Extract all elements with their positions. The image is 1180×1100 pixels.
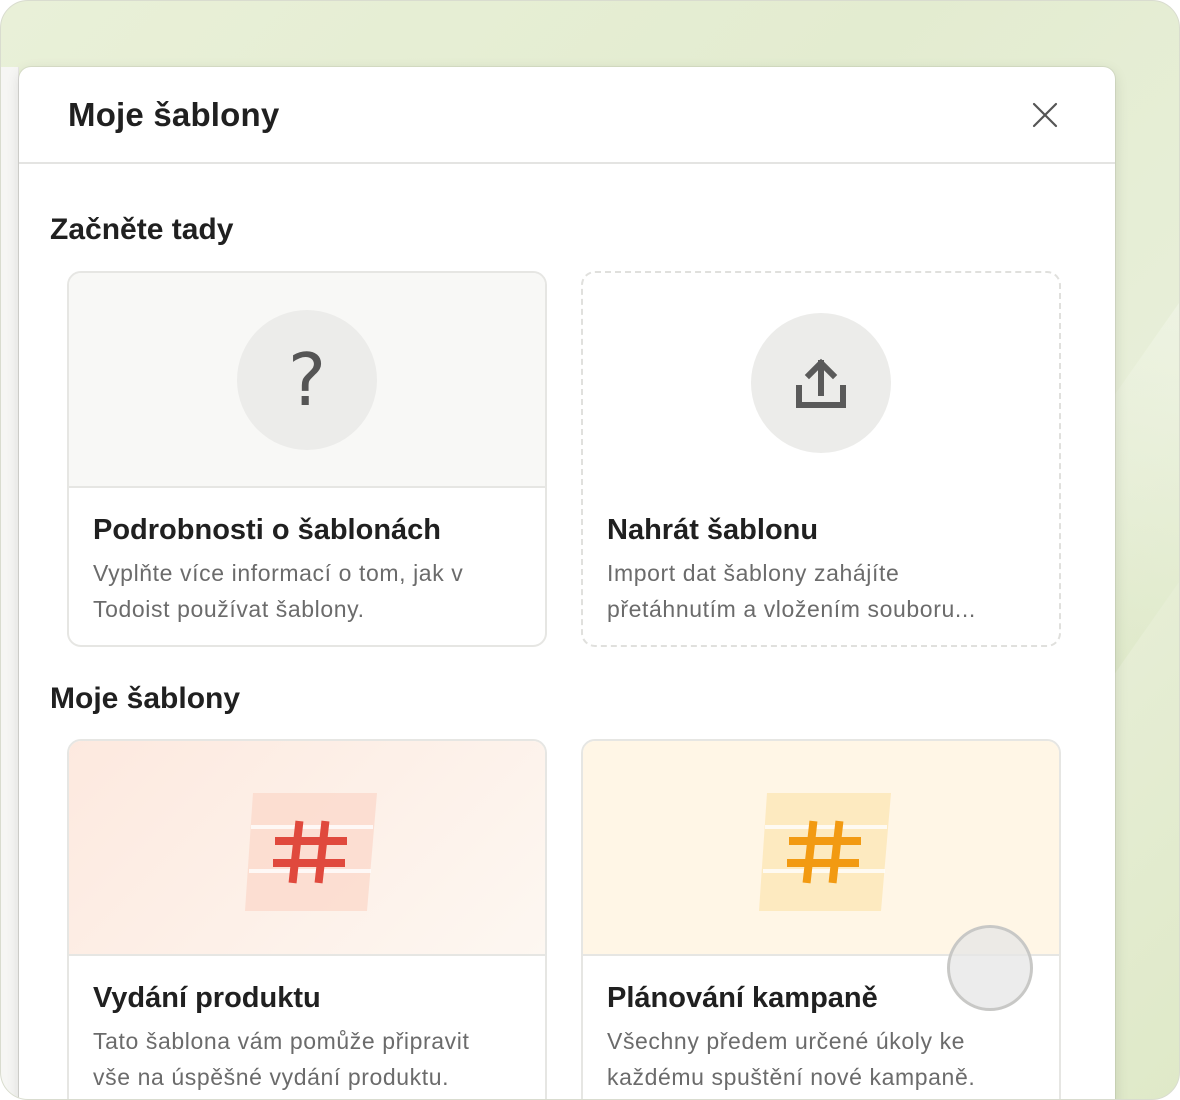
card-title: Vydání produktu: [93, 982, 321, 1014]
card-description-line: Tato šablona vám pomůže připravit: [93, 1028, 470, 1054]
card-description-line: vše na úspěšné vydání produktu.: [93, 1064, 450, 1090]
card-description: Import dat šablony zahájíte přetáhnutím …: [607, 555, 1035, 627]
hashtag-icon: [759, 793, 891, 911]
card-description-line: přetáhnutím a vložením souboru...: [607, 596, 976, 622]
card-illustration: [583, 273, 1059, 488]
card-description: Všechny předem určené úkoly ke každému s…: [607, 1023, 1035, 1095]
card-description-line: Vyplňte více informací o tom, jak v: [93, 560, 464, 586]
app-window: Moje šablony Začněte tady ? Podrobnosti …: [0, 0, 1180, 1100]
card-description-line: Import dat šablony zahájíte: [607, 560, 900, 586]
icon-circle: ?: [237, 309, 377, 450]
card-title: Nahrát šablonu: [607, 514, 819, 546]
hashtag-icon: [245, 793, 377, 911]
card-description: Vyplňte více informací o tom, jak v Todo…: [93, 555, 521, 627]
background-panel-edge: [1, 67, 19, 1099]
card-description: Tato šablona vám pomůže připravit vše na…: [93, 1023, 521, 1095]
template-card-campaign-planning[interactable]: Plánování kampaně Všechny předem určené …: [581, 739, 1061, 1099]
template-card-details[interactable]: ? Podrobnosti o šablonách Vyplňte více i…: [67, 271, 547, 647]
dialog-header: Moje šablony: [19, 67, 1115, 164]
card-description-line: Všechny předem určené úkoly ke: [607, 1028, 966, 1054]
section-title-my-templates: Moje šablony: [50, 682, 241, 715]
template-card-product-release[interactable]: Vydání produktu Tato šablona vám pomůže …: [67, 739, 547, 1099]
question-mark-icon: ?: [287, 337, 327, 422]
card-illustration: [69, 741, 545, 956]
card-illustration: ?: [69, 273, 545, 488]
template-card-upload[interactable]: Nahrát šablonu Import dat šablony zahájí…: [581, 271, 1061, 647]
card-description-line: Todoist používat šablony.: [93, 596, 365, 622]
close-icon: [1032, 102, 1058, 127]
icon-circle: [751, 312, 891, 453]
card-description-line: každému spuštění nové kampaně.: [607, 1064, 976, 1090]
card-title: Podrobnosti o šablonách: [93, 514, 442, 546]
dialog-title: Moje šablony: [68, 95, 280, 133]
upload-icon: [796, 358, 846, 408]
section-title-start: Začněte tady: [50, 213, 234, 246]
close-button[interactable]: [1025, 95, 1065, 135]
card-illustration: [583, 741, 1059, 956]
pointer-indicator: [947, 925, 1033, 1011]
